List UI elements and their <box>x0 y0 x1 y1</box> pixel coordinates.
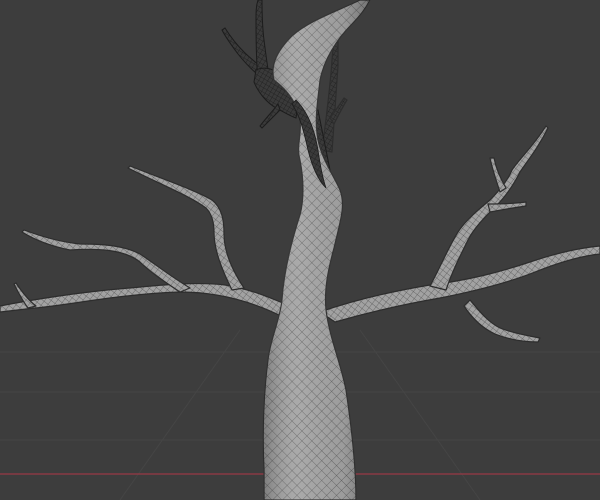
3d-viewport[interactable] <box>0 0 600 500</box>
branch-dark-lower[interactable] <box>259 102 281 129</box>
branch-left-upper[interactable] <box>21 229 191 293</box>
branch-right-fork-upper[interactable] <box>489 157 507 193</box>
trunk-shading <box>263 0 370 500</box>
branch-left-mid[interactable] <box>127 165 245 291</box>
tree-trunk[interactable] <box>262 0 371 500</box>
branch-right-fork[interactable] <box>487 201 527 213</box>
branch-left-lower[interactable] <box>0 282 291 319</box>
viewport-canvas[interactable] <box>0 0 600 500</box>
branch-right-droop[interactable] <box>463 299 541 343</box>
